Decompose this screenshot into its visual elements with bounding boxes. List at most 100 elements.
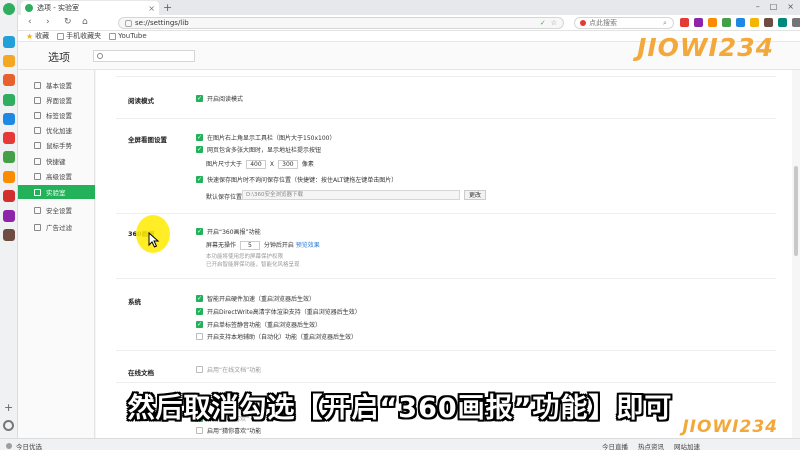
- image-size-row: 图片尺寸大于 400 X 300 像素: [206, 160, 314, 169]
- settings-search-input[interactable]: [93, 50, 195, 62]
- mouse-icon: [34, 141, 41, 149]
- status-item-live[interactable]: 今日直播: [602, 441, 628, 450]
- extension-icon-2[interactable]: [694, 18, 703, 27]
- app-icon-1[interactable]: [3, 36, 15, 48]
- extension-icon-3[interactable]: [708, 18, 717, 27]
- scrollbar[interactable]: [792, 70, 800, 438]
- option-guess-like-feature[interactable]: 启用“猜你喜欢”功能: [196, 426, 261, 435]
- preview-link[interactable]: 预览效果: [296, 242, 320, 249]
- window-controls: – □ ×: [756, 2, 794, 11]
- option-directwrite[interactable]: ✓ 开启DirectWrite高清字体渲染支持（重启浏览器后生效）: [196, 307, 361, 316]
- sidebar-item-interface[interactable]: 界面设置: [18, 93, 95, 107]
- maximize-button[interactable]: □: [770, 2, 778, 11]
- option-quick-save[interactable]: ✓ 快速保存图片时不询问保存位置（快捷键：按住ALT键拖左键单击图片）: [196, 175, 397, 184]
- status-item-news[interactable]: 热点资讯: [638, 441, 664, 450]
- refresh-button[interactable]: ↻: [64, 17, 72, 28]
- image-width-input[interactable]: 400: [245, 160, 266, 169]
- checkbox-checked-icon[interactable]: ✓: [196, 176, 203, 183]
- advanced-icon: [34, 172, 41, 180]
- divider: [116, 350, 776, 351]
- app-icon-3[interactable]: [3, 74, 15, 86]
- watermark-logo: JIOWI234: [637, 33, 774, 62]
- checkbox-checked-icon[interactable]: ✓: [196, 321, 203, 328]
- bookmark-mobile[interactable]: 手机收藏夹: [57, 31, 101, 41]
- option-image-hint[interactable]: ✓ 网页包含多张大图时，显示地址栏提示按钮: [196, 145, 321, 154]
- option-local-assist[interactable]: 开启支持本地辅助（自动化）功能（重启浏览器后生效）: [196, 332, 357, 341]
- checkbox-checked-icon[interactable]: ✓: [196, 134, 203, 141]
- minutes-input[interactable]: 5: [239, 241, 260, 250]
- browser-logo-icon[interactable]: [3, 3, 15, 15]
- tab-settings[interactable]: 选项 - 实验室 ×: [21, 1, 159, 15]
- checkbox-checked-icon[interactable]: ✓: [196, 228, 203, 235]
- status-bar: 今日优选 今日直播 热点资讯 网站加速: [0, 438, 800, 450]
- page-icon: [109, 32, 117, 40]
- minimize-button[interactable]: –: [756, 2, 760, 11]
- extension-icon-8[interactable]: [778, 18, 787, 27]
- app-icon-4[interactable]: [3, 94, 15, 106]
- checkbox-unchecked-icon[interactable]: [196, 366, 203, 373]
- status-item-accel[interactable]: 网站加速: [674, 441, 700, 450]
- checkbox-checked-icon[interactable]: ✓: [196, 308, 203, 315]
- sidebar-item-optimize[interactable]: 优化加速: [18, 123, 95, 137]
- address-bar[interactable]: se://settings/lib ✓ ☆: [118, 17, 564, 29]
- security-check-icon[interactable]: ✓: [540, 19, 546, 27]
- tab-icon: [34, 111, 41, 119]
- search-engine-icon[interactable]: [580, 20, 586, 26]
- back-button[interactable]: ‹: [28, 17, 32, 28]
- option-online-docs[interactable]: 启用“在线文档”功能: [196, 365, 261, 374]
- app-icon-7[interactable]: [3, 151, 15, 163]
- sidebar-item-tabs[interactable]: 标签设置: [18, 108, 95, 122]
- app-icon-5[interactable]: [3, 113, 15, 125]
- extension-icon-4[interactable]: [722, 18, 731, 27]
- new-tab-button[interactable]: +: [163, 1, 172, 14]
- option-hw-accel[interactable]: ✓ 智能开启硬件加速（重启浏览器后生效）: [196, 294, 315, 303]
- scrollbar-thumb[interactable]: [794, 166, 798, 256]
- extension-icon-6[interactable]: [750, 18, 759, 27]
- divider: [116, 76, 776, 77]
- tab-close-icon[interactable]: ×: [148, 4, 155, 13]
- extension-icon-5[interactable]: [736, 18, 745, 27]
- option-image-toolbar[interactable]: ✓ 在图片右上角显示工具栏（图片大于150x100）: [196, 133, 335, 142]
- save-path-input[interactable]: D:\360安全浏览器下载: [242, 190, 460, 200]
- app-icon-11[interactable]: [3, 229, 15, 241]
- app-icon-8[interactable]: [3, 171, 15, 183]
- forward-button[interactable]: ›: [46, 17, 50, 28]
- extension-icon-1[interactable]: [680, 18, 689, 27]
- change-path-button[interactable]: 更改: [464, 190, 486, 200]
- bookmark-star-icon[interactable]: ☆: [551, 19, 557, 27]
- search-input[interactable]: [589, 19, 663, 27]
- url-text[interactable]: se://settings/lib: [135, 19, 189, 27]
- sidebar-item-lab[interactable]: 实验室: [18, 185, 95, 199]
- option-huabao[interactable]: ✓ 开启“360画报”功能: [196, 227, 261, 236]
- checkbox-unchecked-icon[interactable]: [196, 333, 203, 340]
- app-icon-6[interactable]: [3, 132, 15, 144]
- sidebar-item-adblock[interactable]: 广告过滤: [18, 220, 95, 234]
- home-button[interactable]: ⌂: [82, 17, 88, 28]
- checkbox-checked-icon[interactable]: ✓: [196, 95, 203, 102]
- option-tab-mute[interactable]: ✓ 开启单标签静音功能（重启浏览器后生效）: [196, 320, 321, 329]
- option-reading-mode[interactable]: ✓ 开启阅读模式: [196, 94, 243, 103]
- close-window-button[interactable]: ×: [787, 2, 794, 11]
- watermark-logo-small: JIOWI234: [682, 417, 778, 437]
- status-left[interactable]: 今日优选: [6, 441, 42, 450]
- sidebar-item-advanced[interactable]: 高级设置: [18, 169, 95, 183]
- extension-icon-7[interactable]: [764, 18, 773, 27]
- checkbox-unchecked-icon[interactable]: [196, 427, 203, 434]
- bookmark-favorites[interactable]: ★ 收藏: [26, 31, 49, 41]
- search-icon[interactable]: ⌕: [663, 19, 667, 28]
- menu-icon[interactable]: [792, 18, 800, 27]
- sidebar-item-shortcuts[interactable]: 快捷键: [18, 154, 95, 168]
- checkbox-checked-icon[interactable]: ✓: [196, 146, 203, 153]
- app-icon-10[interactable]: [3, 210, 15, 222]
- checkbox-checked-icon[interactable]: ✓: [196, 295, 203, 302]
- browser-window: + 选项 - 实验室 × + – □ × ‹ › ↻ ⌂ se://settin…: [0, 0, 800, 450]
- sidebar-item-security[interactable]: 安全设置: [18, 203, 95, 217]
- app-icon-9[interactable]: [3, 190, 15, 202]
- divider: [116, 382, 776, 383]
- favorites-star-icon[interactable]: [3, 55, 15, 67]
- image-height-input[interactable]: 300: [277, 160, 298, 169]
- sidebar-item-basic[interactable]: 基本设置: [18, 78, 95, 92]
- bookmark-youtube[interactable]: YouTube: [109, 32, 147, 40]
- search-box[interactable]: ⌕: [574, 17, 674, 29]
- sidebar-item-mouse-gestures[interactable]: 鼠标手势: [18, 138, 95, 152]
